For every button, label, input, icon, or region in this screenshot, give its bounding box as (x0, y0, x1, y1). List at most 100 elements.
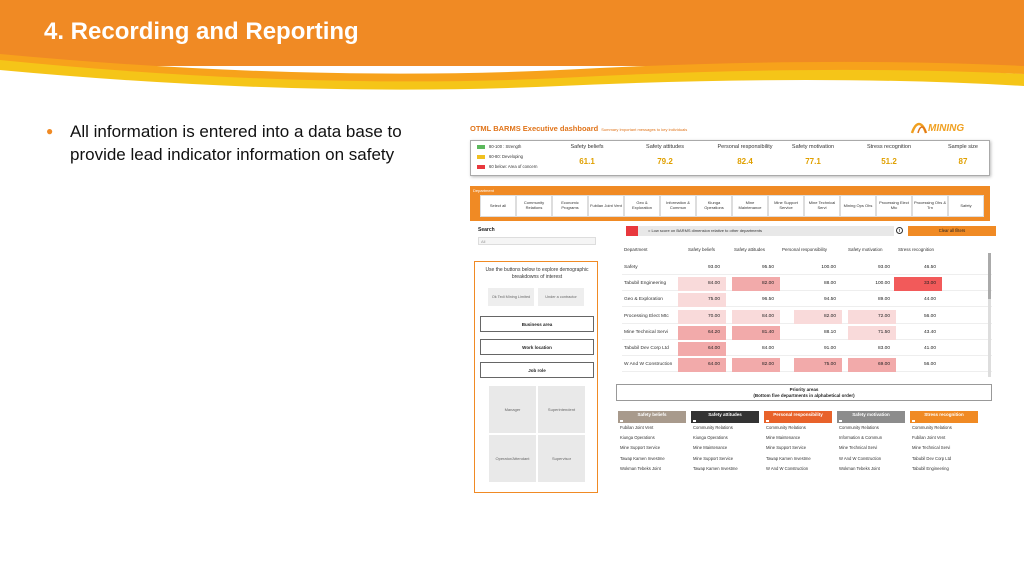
work-location-button[interactable]: Work location (480, 339, 594, 355)
kpi-value: 77.1 (805, 157, 821, 166)
dashboard-screenshot: OTML BARMS Executive dashboard Summary Im… (466, 116, 998, 496)
table-row[interactable]: Tabubil Dev Corp Ltd 64.00 84.00 91.00 83.00… (622, 342, 992, 356)
table-cell: 44.00 (923, 297, 936, 303)
job-role-button[interactable]: Job role (480, 362, 594, 378)
table-cell: 56.00 (923, 313, 936, 319)
priority-column-header[interactable]: Personal responsibility (764, 411, 832, 423)
priority-column-header[interactable]: Safety motivation (837, 411, 905, 423)
bullet-text: All information is entered into a data b… (70, 122, 402, 164)
table-header[interactable]: Department (624, 247, 648, 252)
priority-column-title: Personal responsibility (773, 412, 823, 417)
priority-item: Wokman Tebeks Joint (620, 465, 661, 471)
table-row[interactable]: Tabubil Engineering 84.00 82.00 88.00 100.00… (622, 277, 992, 292)
department-button[interactable]: Mine Support Service (768, 195, 804, 217)
table-header[interactable]: Stress recognition (898, 247, 934, 252)
priority-item: Kiunga Operations (693, 435, 728, 441)
department-button[interactable]: Geo & Exploration (624, 195, 660, 217)
kpi-safety-attitudes: Safety attitudes 79.2 (633, 144, 697, 166)
table-header[interactable]: Personal responsibility (782, 247, 827, 252)
demographic-panel: Use the buttons below to explore demogra… (474, 261, 598, 493)
row-department: Geo & Exploration (624, 297, 663, 303)
department-button[interactable]: Mine Maintenance (732, 195, 768, 217)
role-supervisor[interactable]: Supervisor (538, 435, 585, 482)
priority-column-header[interactable]: Safety beliefs (618, 411, 686, 423)
legend-label: 60-80: Developing (489, 154, 523, 159)
role-superintendent[interactable]: Superintendent (538, 386, 585, 433)
dashboard-title: OTML BARMS Executive dashboard Summary Im… (470, 124, 687, 133)
kpi-label: Sample size (948, 144, 978, 150)
table-cell: 93.00 (707, 265, 720, 270)
priority-item: Mine Technical Servi (839, 445, 878, 451)
department-button[interactable]: Processing Ohs & Trn (912, 195, 948, 217)
slide-title: 4. Recording and Reporting (44, 18, 359, 45)
table-row[interactable]: Safety 93.00 95.50 100.00 93.00 46.50 (622, 261, 992, 275)
priority-item: W And W Construction (766, 465, 809, 471)
scrollbar-thumb[interactable] (988, 253, 991, 299)
table-cell: 70.00 (678, 309, 726, 324)
priority-item: Mine Technical Servi (912, 445, 951, 451)
kpi-label: Stress recognition (866, 144, 912, 150)
table-header[interactable]: Safety attitudes (734, 247, 765, 252)
priority-item: Fubilan Joint Vent (912, 435, 946, 441)
search-input[interactable]: All (478, 237, 596, 245)
table-row[interactable]: Geo & Exploration 75.00 96.50 94.50 89.00 44.… (622, 293, 992, 308)
kpi-panel: 80-100 : Strength 60-80: Developing 60 b… (470, 140, 990, 176)
legend-swatch (477, 154, 485, 159)
department-button[interactable]: Mining Ops Ohs (840, 195, 876, 217)
legend-item: 60 below: Area of concern (477, 164, 537, 169)
table-row[interactable]: Mine Technical Servi 64.20 81.40 88.10 71.50… (622, 325, 992, 340)
priority-column: Safety motivation Community Relations Info… (837, 411, 905, 474)
department-button[interactable]: Information & Commun (660, 195, 696, 217)
clear-filters-button[interactable]: Clear all filters (908, 226, 996, 236)
priority-item: Tabubil Engineering (912, 465, 949, 471)
department-button[interactable]: Fubilan Joint Vent (588, 195, 624, 217)
priority-item: Tawap Kamen Investme (766, 455, 811, 461)
table-row[interactable]: Processing Elect Mtc 70.00 84.00 82.00 72.00… (622, 309, 992, 324)
priority-column-header[interactable]: Safety attitudes (691, 411, 759, 423)
kpi-value: 79.2 (657, 157, 673, 166)
table-cell: 91.00 (823, 346, 836, 351)
department-button[interactable]: Processing Elect Mtc (876, 195, 912, 217)
department-button[interactable]: Economic Programs (552, 195, 588, 217)
role-manager[interactable]: Manager (489, 386, 536, 433)
table-scrollbar[interactable] (988, 253, 991, 377)
business-area-button[interactable]: Business area (480, 316, 594, 332)
priority-subtitle: (Bottom five departments in alphabetical… (753, 393, 855, 398)
department-button[interactable]: Kiunga Operations (696, 195, 732, 217)
dashboard-subtitle: Summary Important messages to key indivi… (601, 127, 688, 132)
priority-column-header[interactable]: Stress recognition (910, 411, 978, 423)
table-header[interactable]: Safety beliefs (688, 247, 715, 252)
priority-item: Mine Maintenance (693, 445, 728, 451)
priority-item: W And W Construction (839, 455, 882, 461)
table-row[interactable]: W And W Construction 64.00 82.00 75.00 69.00… (622, 358, 992, 373)
table-cell: 75.00 (794, 358, 842, 373)
department-button[interactable]: Community Relations (516, 195, 552, 217)
department-button[interactable]: Mine Technical Servi (804, 195, 840, 217)
option-ok-tedi[interactable]: Ok Tedi Mining Limited (488, 288, 534, 306)
table-cell: 64.00 (678, 358, 726, 373)
low-score-legend: = Low score on BARMS dimension relative … (626, 226, 894, 236)
expand-icon (839, 420, 842, 422)
priority-item: Mine Maintenance (766, 435, 801, 441)
row-department: Processing Elect Mtc (624, 313, 669, 319)
table-cell: 82.00 (794, 309, 842, 324)
table-cell: 88.00 (823, 281, 836, 287)
expand-icon (912, 420, 915, 422)
table-cell: 84.00 (678, 277, 726, 292)
table-cell: 96.50 (761, 297, 774, 303)
row-department: Tabubil Engineering (624, 281, 667, 287)
priority-item: Kiunga Operations (620, 435, 655, 441)
priority-areas-header: Priority areas (Bottom five departments … (616, 384, 992, 401)
table-header[interactable]: Safety motivation (848, 247, 883, 252)
expand-icon (766, 420, 769, 422)
option-contractor[interactable]: Under a contractor (538, 288, 584, 306)
role-operator[interactable]: Operator/Attendant (489, 435, 536, 482)
department-button[interactable]: Select all (480, 195, 516, 217)
kpi-label: Personal responsibility (717, 144, 773, 150)
table-cell: 93.00 (877, 265, 890, 270)
priority-column: Personal responsibility Community Relatio… (764, 411, 832, 474)
expand-icon (620, 420, 623, 422)
priority-column-title: Safety motivation (852, 412, 890, 417)
table-cell: 56.00 (923, 362, 936, 368)
department-button[interactable]: Safety (948, 195, 984, 217)
